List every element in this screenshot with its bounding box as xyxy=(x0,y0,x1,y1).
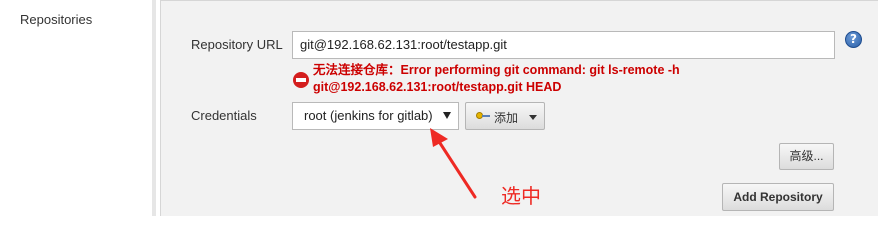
key-icon xyxy=(476,112,490,120)
repository-url-input[interactable]: git@192.168.62.131:root/testapp.git xyxy=(292,31,835,59)
section-divider xyxy=(152,0,156,216)
add-credentials-label: 添加 xyxy=(494,111,519,125)
annotation-label: 选中 xyxy=(501,184,541,208)
help-icon[interactable]: ? xyxy=(845,31,862,48)
credentials-label: Credentials xyxy=(191,108,257,123)
error-message-line1: 无法连接仓库：Error performing git command: git… xyxy=(313,63,680,77)
error-message: 无法连接仓库：Error performing git command: git… xyxy=(313,62,733,96)
advanced-button[interactable]: 高级... xyxy=(779,143,834,170)
scm-config-area: Repositories Repository URL git@192.168.… xyxy=(0,0,878,216)
annotation-arrow-icon xyxy=(430,128,477,199)
add-repository-button[interactable]: Add Repository xyxy=(722,183,834,211)
error-message-line2: git@192.168.62.131:root/testapp.git HEAD xyxy=(313,80,562,94)
error-icon xyxy=(293,72,309,88)
repository-url-label: Repository URL xyxy=(191,37,283,52)
chevron-down-icon xyxy=(529,115,537,120)
repositories-section-label: Repositories xyxy=(20,12,93,27)
caret-down-icon xyxy=(443,112,451,119)
credentials-selected-value: root (jenkins for gitlab) xyxy=(304,108,433,123)
